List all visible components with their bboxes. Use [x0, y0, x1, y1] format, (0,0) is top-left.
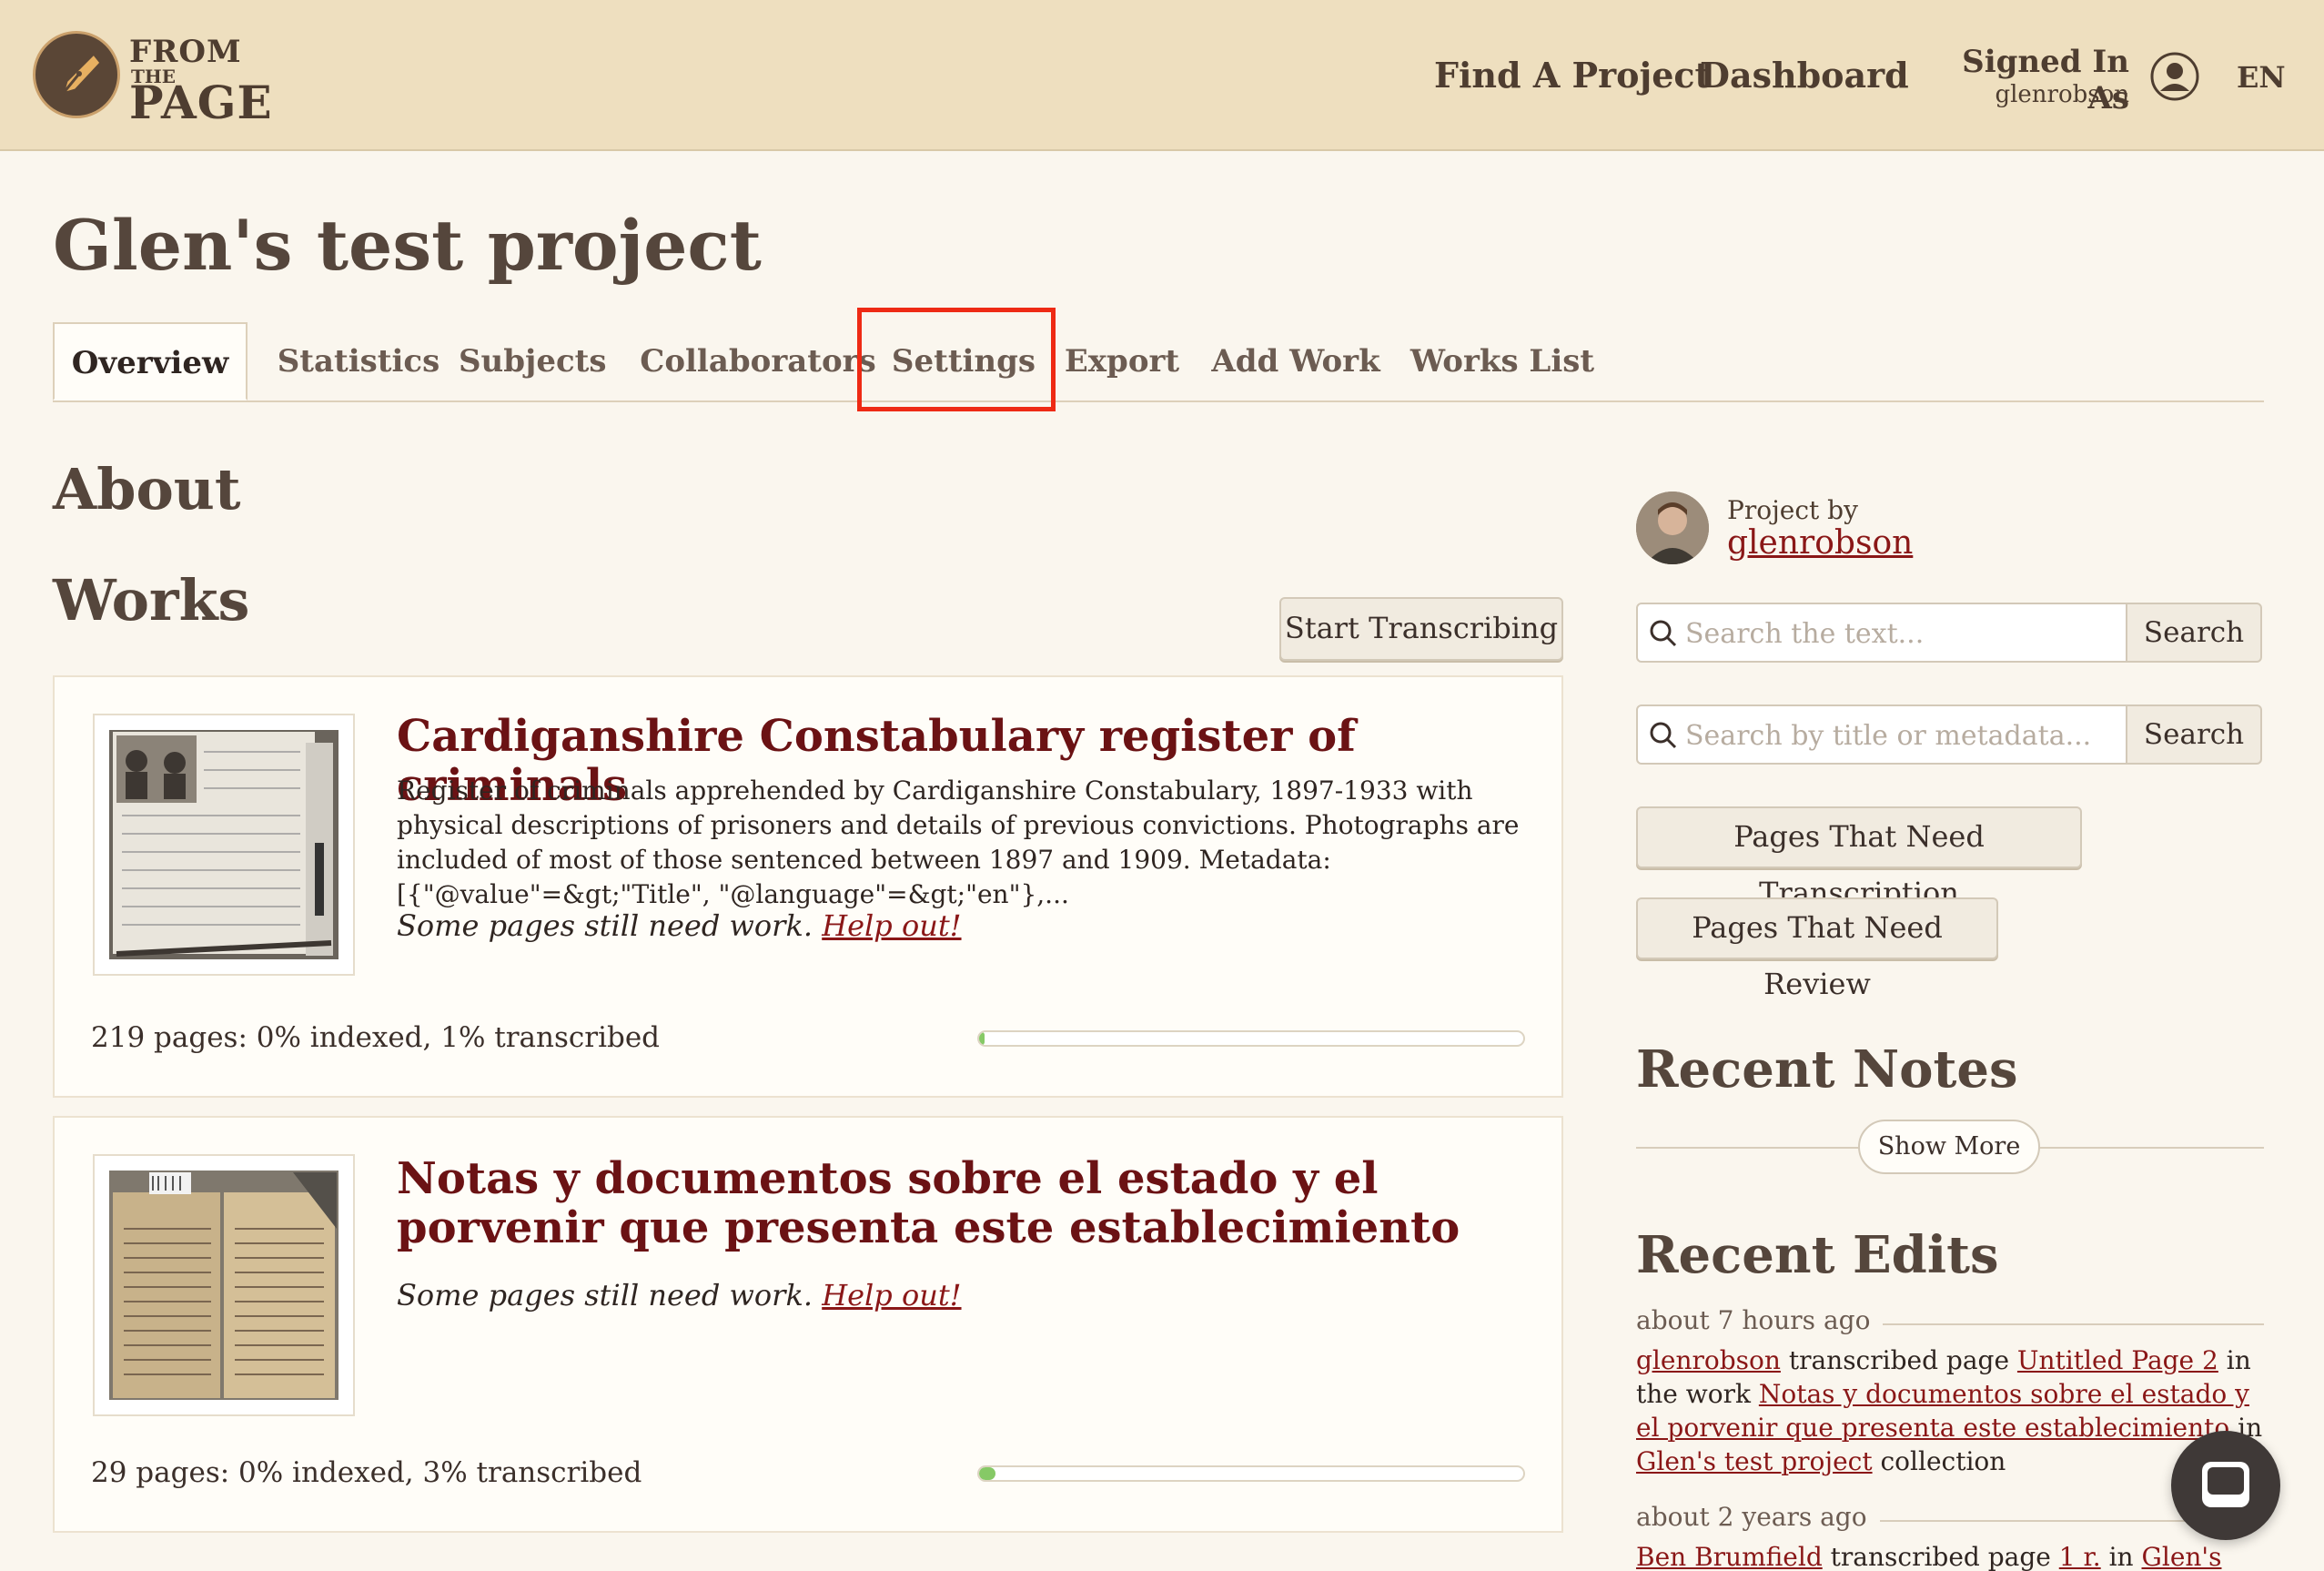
work-card: Notas y documentos sobre el estado y el …	[53, 1116, 1563, 1533]
pages-need-transcription-button[interactable]: Pages That Need Transcription	[1636, 806, 2082, 910]
recent-edit-entry: glenrobson transcribed page Untitled Pag…	[1636, 1343, 2264, 1478]
tab-settings[interactable]: Settings	[872, 322, 1056, 400]
page-title: Glen's test project	[53, 205, 762, 286]
project-by-label: Project by	[1727, 495, 1858, 525]
chat-support-icon[interactable]	[2171, 1431, 2280, 1540]
edit-timestamp: about 7 hours ago	[1636, 1305, 1884, 1335]
owner-avatar[interactable]	[1636, 492, 1709, 564]
show-more-button[interactable]: Show More	[1858, 1120, 2040, 1174]
edit-user-link[interactable]: Ben Brumfield	[1636, 1542, 1823, 1571]
work-progress-fill	[979, 1467, 995, 1480]
work-stats: 219 pages: 0% indexed, 1% transcribed	[91, 1021, 661, 1054]
edit-timestamp: about 2 years ago	[1636, 1502, 1880, 1532]
search-text-field[interactable]	[1636, 603, 2127, 663]
tab-export[interactable]: Export	[1056, 322, 1188, 400]
language-selector[interactable]: EN	[2237, 60, 2286, 95]
tab-add-work[interactable]: Add Work	[1208, 322, 1383, 400]
tab-collaborators[interactable]: Collaborators	[632, 322, 884, 400]
work-card: Cardiganshire Constabulary register of c…	[53, 675, 1563, 1098]
logo-text-page: PAGE	[129, 76, 273, 129]
edit-page-link[interactable]: 1 r.	[2059, 1542, 2101, 1571]
tab-works-list[interactable]: Works List	[1409, 322, 1596, 400]
edit-suffix-text: collection	[1880, 1446, 2006, 1476]
work-note-text: Some pages still need work.	[397, 908, 813, 943]
tab-statistics[interactable]: Statistics	[268, 322, 450, 400]
recent-notes-heading: Recent Notes	[1636, 1039, 2018, 1100]
work-progress-bar	[977, 1465, 1525, 1482]
recent-edit-entry: Ben Brumfield transcribed page 1 r. in G…	[1636, 1540, 2264, 1571]
edit-action-text: transcribed page	[1830, 1542, 2051, 1571]
help-out-link[interactable]: Help out!	[822, 1278, 961, 1313]
signed-in-username[interactable]: glenrobson	[1947, 80, 2129, 109]
pen-nib-icon	[33, 31, 120, 118]
project-tabs: Overview Statistics Subjects Collaborato…	[53, 322, 2264, 402]
tab-overview[interactable]: Overview	[53, 322, 248, 400]
work-title-link[interactable]: Notas y documentos sobre el estado y el …	[397, 1154, 1534, 1252]
nav-dashboard[interactable]: Dashboard	[1700, 55, 1909, 96]
work-description: Register of criminals apprehended by Car…	[397, 775, 1520, 909]
project-owner-link[interactable]: glenrobson	[1727, 524, 1913, 562]
work-status-note: Some pages still need work. Help out!	[397, 908, 962, 943]
work-progress-fill	[979, 1032, 985, 1045]
from-the-page-logo[interactable]: FROM THE PAGE	[33, 31, 288, 126]
recent-edits-heading: Recent Edits	[1636, 1225, 1999, 1285]
search-icon	[1649, 619, 1678, 652]
logo-text-from: FROM	[129, 34, 242, 70]
search-text-button[interactable]: Search	[2126, 603, 2262, 663]
top-navigation-bar: FROM THE PAGE Find A Project Dashboard S…	[0, 0, 2324, 151]
edit-in-text: in	[2108, 1542, 2134, 1571]
edit-user-link[interactable]: glenrobson	[1636, 1345, 1781, 1375]
search-icon	[1649, 721, 1678, 754]
pages-need-review-button[interactable]: Pages That Need Review	[1636, 897, 1998, 1001]
edit-page-link[interactable]: Untitled Page 2	[2017, 1345, 2218, 1375]
works-heading: Works	[53, 567, 250, 633]
start-transcribing-button[interactable]: Start Transcribing	[1279, 597, 1563, 661]
search-metadata-input[interactable]	[1683, 714, 2115, 757]
work-thumbnail[interactable]	[93, 1154, 355, 1416]
work-stats: 29 pages: 0% indexed, 3% transcribed	[91, 1456, 642, 1489]
work-status-note: Some pages still need work. Help out!	[397, 1278, 962, 1313]
work-progress-bar	[977, 1030, 1525, 1047]
nav-find-project[interactable]: Find A Project	[1434, 55, 1711, 96]
work-note-text: Some pages still need work.	[397, 1278, 813, 1313]
edit-action-text: transcribed page	[1788, 1345, 2010, 1375]
about-heading: About	[53, 456, 241, 522]
search-metadata-button[interactable]: Search	[2126, 704, 2262, 765]
edit-collection-link[interactable]: Glen's test project	[1636, 1446, 1873, 1476]
tab-subjects[interactable]: Subjects	[459, 322, 607, 400]
search-text-input[interactable]	[1683, 612, 2115, 655]
help-out-link[interactable]: Help out!	[822, 908, 961, 943]
search-metadata-field[interactable]	[1636, 704, 2127, 765]
user-account-icon[interactable]	[2149, 51, 2200, 102]
work-thumbnail[interactable]	[93, 714, 355, 976]
